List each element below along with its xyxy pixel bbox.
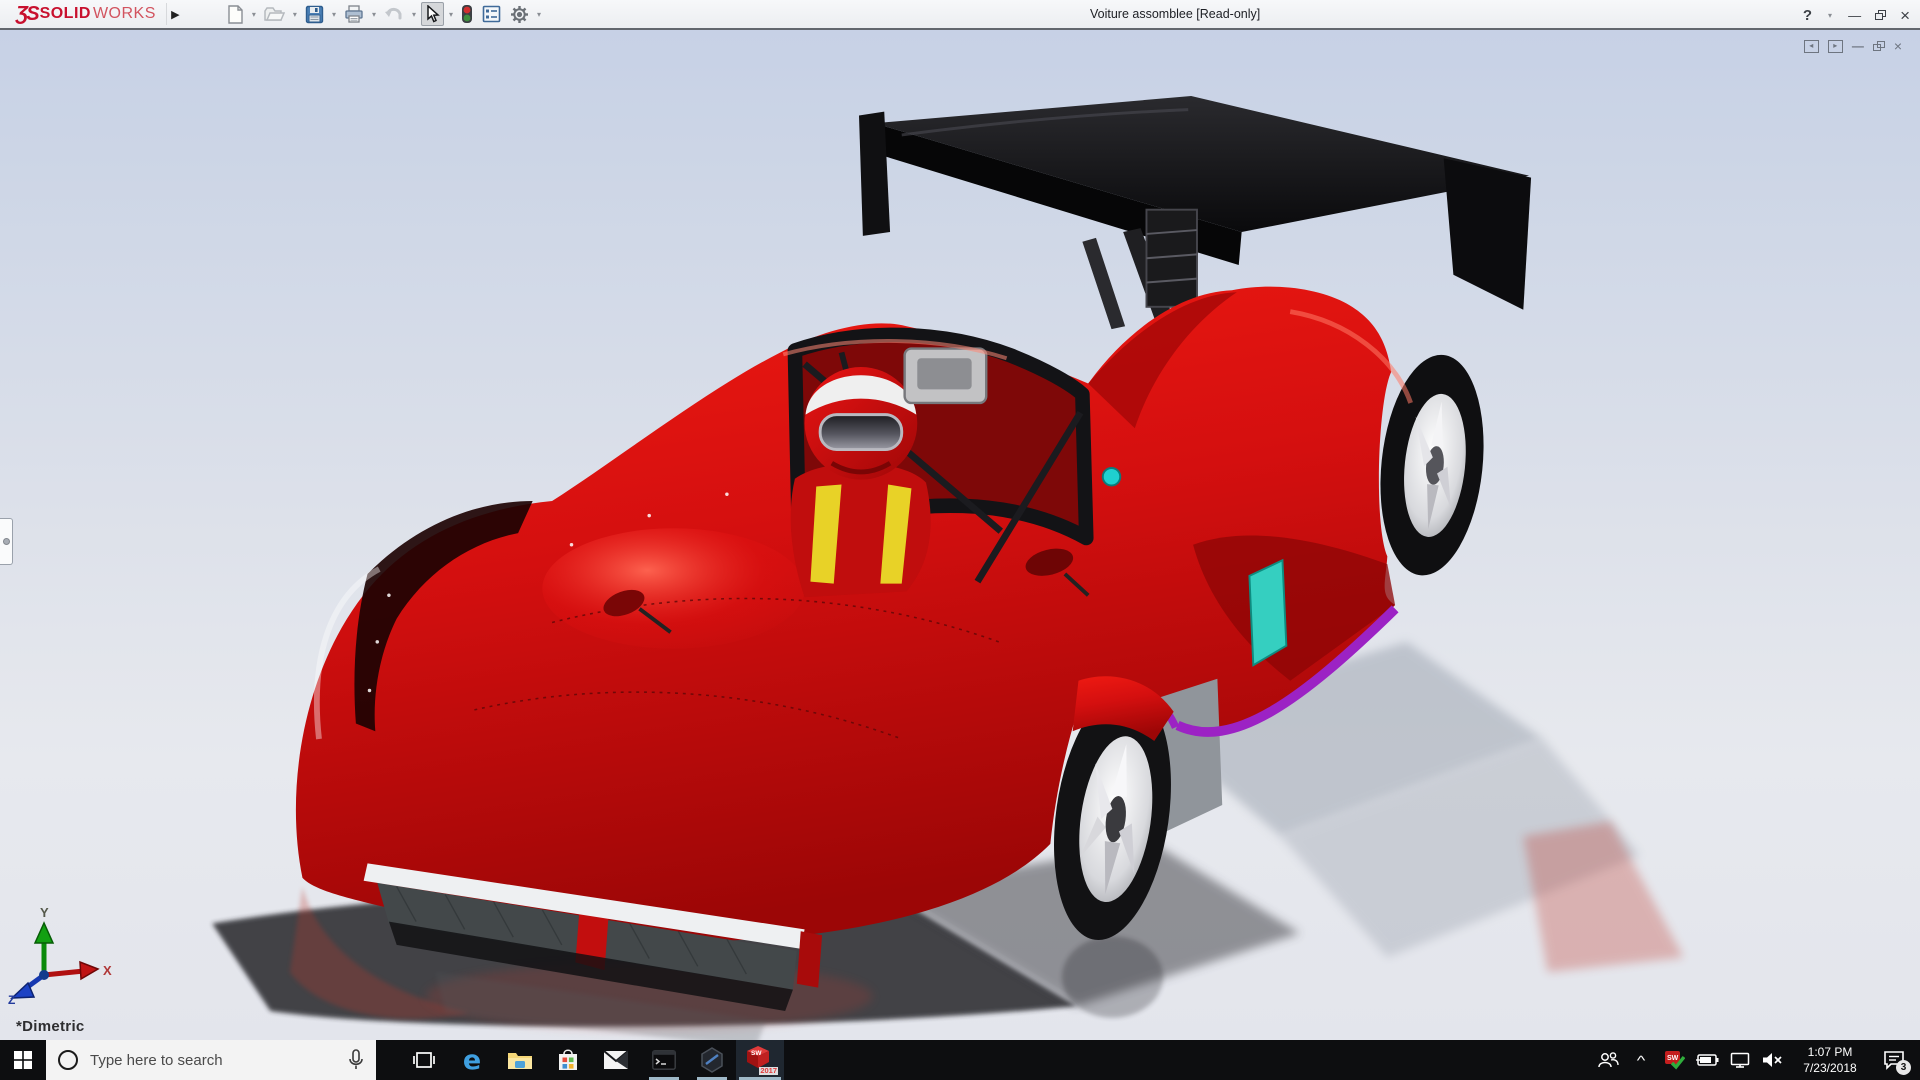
driver-helmet bbox=[804, 367, 918, 480]
solidworks-2017-button[interactable]: SW 2017 bbox=[736, 1040, 784, 1080]
edge-button[interactable]: e bbox=[448, 1040, 496, 1080]
task-view-button[interactable] bbox=[400, 1040, 448, 1080]
minimize-button[interactable]: — bbox=[1848, 9, 1861, 22]
titlebar: ƷS SOLID WORKS ▶ ▾ ▾ ▾ ▾ ▾ ▾ ▾ Voiture a… bbox=[0, 0, 1920, 30]
undo-dropdown-caret[interactable]: ▾ bbox=[410, 10, 418, 19]
composer-hexagon-icon bbox=[701, 1047, 723, 1073]
print-dropdown-caret[interactable]: ▾ bbox=[370, 10, 378, 19]
side-duct bbox=[1248, 558, 1288, 667]
restore-button[interactable] bbox=[1875, 10, 1887, 20]
close-button[interactable]: × bbox=[1900, 7, 1910, 24]
help-button[interactable]: ? bbox=[1803, 7, 1812, 24]
graphics-area[interactable]: ◂ ▸ — × Y X Z *Dimetric bbox=[0, 30, 1920, 1043]
microphone-icon[interactable] bbox=[348, 1049, 364, 1071]
save-button[interactable] bbox=[302, 2, 327, 26]
composer-button[interactable] bbox=[688, 1040, 736, 1080]
display-states-icon bbox=[462, 5, 472, 23]
store-icon bbox=[559, 1049, 577, 1070]
rear-wheel bbox=[1380, 354, 1484, 576]
print-icon bbox=[345, 5, 363, 23]
edge-icon: e bbox=[462, 1044, 482, 1076]
solidworks-application-window: ƷS SOLID WORKS ▶ ▾ ▾ ▾ ▾ ▾ ▾ ▾ Voiture a… bbox=[0, 0, 1920, 1080]
cortana-icon bbox=[58, 1050, 78, 1070]
solidworks-logo: ƷS SOLID WORKS bbox=[0, 0, 166, 29]
help-dropdown-caret[interactable]: ▾ bbox=[1826, 11, 1834, 20]
ds-logo-mark: ƷS bbox=[16, 2, 40, 25]
options-dropdown-caret[interactable]: ▾ bbox=[535, 10, 543, 19]
select-cursor-button[interactable] bbox=[420, 2, 444, 26]
sw-cube-label: SW bbox=[751, 1050, 762, 1057]
undo-button[interactable] bbox=[381, 2, 407, 26]
system-tray: ^ SW 1:07 PM 7/23/2018 3 bbox=[1595, 1040, 1920, 1080]
command-prompt-button[interactable] bbox=[640, 1040, 688, 1080]
select-dropdown-caret[interactable]: ▾ bbox=[447, 10, 455, 19]
triad-y-label: Y bbox=[40, 905, 49, 920]
hidden-icons-chevron[interactable]: ^ bbox=[1623, 1040, 1659, 1080]
race-car-model-canvas[interactable] bbox=[0, 30, 1920, 1043]
standard-toolbar: ▾ ▾ ▾ ▾ ▾ ▾ ▾ bbox=[224, 2, 543, 26]
document-title: Voiture assomblee [Read-only] bbox=[1090, 7, 1261, 21]
print-button[interactable] bbox=[341, 2, 367, 26]
open-dropdown-caret[interactable]: ▾ bbox=[291, 10, 299, 19]
new-document-icon bbox=[228, 4, 243, 24]
windows-taskbar: Type here to search e SW 2017 ^ SW 1:07 … bbox=[0, 1040, 1920, 1080]
action-center-button[interactable]: 3 bbox=[1874, 1040, 1914, 1080]
save-dropdown-caret[interactable]: ▾ bbox=[330, 10, 338, 19]
rear-wing bbox=[858, 96, 1532, 330]
taskbar-search-input[interactable]: Type here to search bbox=[46, 1040, 376, 1080]
undo-icon bbox=[384, 7, 402, 20]
evaluate-button[interactable] bbox=[479, 2, 504, 26]
window-controls: ? ▾ — × bbox=[1803, 0, 1910, 30]
menu-flyout-arrow[interactable]: ▶ bbox=[165, 3, 184, 25]
clock-time: 1:07 PM bbox=[1807, 1044, 1853, 1059]
options-gear-icon bbox=[511, 5, 528, 23]
start-button[interactable] bbox=[0, 1040, 46, 1080]
volume-muted-icon[interactable] bbox=[1760, 1040, 1786, 1080]
open-button[interactable] bbox=[261, 2, 288, 26]
new-document-button[interactable] bbox=[224, 2, 247, 26]
task-view-icon bbox=[413, 1052, 435, 1068]
solidworks-resource-monitor-icon[interactable]: SW bbox=[1661, 1040, 1687, 1080]
sw-year-badge: 2017 bbox=[759, 1065, 778, 1075]
display-states-button[interactable] bbox=[458, 2, 476, 26]
open-icon bbox=[264, 7, 285, 21]
options-button[interactable] bbox=[507, 2, 532, 26]
battery-icon[interactable] bbox=[1694, 1040, 1720, 1080]
brand-works: WORKS bbox=[92, 5, 156, 22]
windows-logo-icon bbox=[14, 1051, 32, 1069]
select-cursor-icon bbox=[427, 5, 440, 23]
network-icon[interactable] bbox=[1727, 1040, 1753, 1080]
file-explorer-icon bbox=[508, 1053, 532, 1069]
mail-icon bbox=[603, 1050, 629, 1069]
taskbar-clock[interactable]: 1:07 PM 7/23/2018 bbox=[1793, 1044, 1867, 1076]
search-placeholder-text: Type here to search bbox=[90, 1051, 223, 1069]
mail-button[interactable] bbox=[592, 1040, 640, 1080]
new-dropdown-caret[interactable]: ▾ bbox=[250, 10, 258, 19]
file-explorer-button[interactable] bbox=[496, 1040, 544, 1080]
car-illustration bbox=[212, 96, 1684, 1043]
command-prompt-icon bbox=[652, 1050, 676, 1070]
people-icon[interactable] bbox=[1595, 1040, 1621, 1080]
taskbar-app-icons: e SW 2017 bbox=[400, 1040, 784, 1080]
clock-date: 7/23/2018 bbox=[1803, 1061, 1857, 1075]
view-orientation-label: *Dimetric bbox=[16, 1018, 85, 1035]
notification-count-badge: 3 bbox=[1896, 1060, 1911, 1075]
orientation-triad: Y X Z bbox=[8, 905, 112, 1005]
store-button[interactable] bbox=[544, 1040, 592, 1080]
triad-x-label: X bbox=[103, 963, 112, 978]
triad-z-label: Z bbox=[8, 993, 15, 1005]
save-icon bbox=[305, 5, 324, 23]
svg-text:SW: SW bbox=[1667, 1055, 1679, 1062]
brand-solid: SOLID bbox=[39, 5, 91, 22]
evaluate-icon bbox=[482, 5, 501, 23]
